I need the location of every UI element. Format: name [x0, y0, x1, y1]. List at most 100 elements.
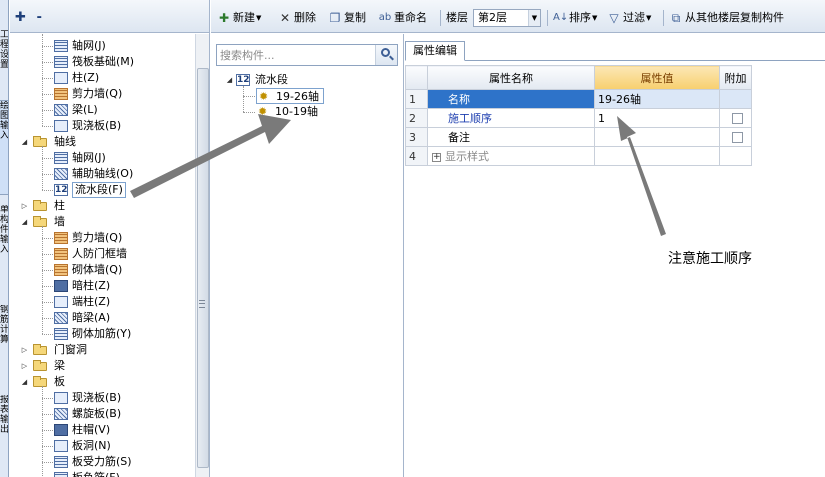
- tree-item[interactable]: 暗梁(A): [10, 310, 194, 326]
- tree-item[interactable]: 砌体墙(Q): [10, 262, 194, 278]
- vertical-tab-4[interactable]: 钢筋计算: [0, 305, 8, 385]
- expand-plus-icon[interactable]: +: [432, 152, 441, 162]
- tree-item[interactable]: ◢ 轴线: [10, 134, 194, 150]
- tab-property-edit[interactable]: 属性编辑: [405, 41, 465, 61]
- rename-icon: ab: [378, 12, 392, 23]
- civil-defense-door-wall-icon: [54, 248, 68, 260]
- tree-item[interactable]: ◢ 板: [10, 374, 194, 390]
- collapse-arrow-icon[interactable]: ◢: [20, 214, 29, 230]
- tree-item[interactable]: 板受力筋(S): [10, 454, 194, 470]
- tree-item[interactable]: 轴网(J): [10, 150, 194, 166]
- new-button[interactable]: ✚ 新建▼: [217, 9, 261, 27]
- tree-item[interactable]: 现浇板(B): [10, 118, 194, 134]
- delete-button[interactable]: ✕ 删除: [278, 9, 316, 27]
- tree-scrollbar[interactable]: [195, 34, 209, 477]
- tree-item[interactable]: 螺旋板(B): [10, 406, 194, 422]
- tree-item[interactable]: 轴网(J): [10, 38, 194, 54]
- property-name-cell[interactable]: 名称: [427, 89, 595, 109]
- tree-item[interactable]: 12 流水段(F): [10, 182, 194, 198]
- tree-item[interactable]: 端柱(Z): [10, 294, 194, 310]
- list-item-19-26[interactable]: ✹ 19-26轴: [256, 88, 324, 104]
- table-row[interactable]: 4 + 显示样式: [405, 146, 752, 166]
- copy-from-floor-button[interactable]: ⧉ 从其他楼层复制构件: [669, 9, 784, 27]
- masonry-reinforcement-icon: [54, 328, 68, 340]
- table-row[interactable]: 3 备注: [405, 127, 752, 147]
- folder-open-icon: [33, 136, 47, 147]
- copy-button[interactable]: ❐ 复制: [328, 9, 366, 27]
- search-input[interactable]: [218, 46, 374, 64]
- tree-item[interactable]: ▷ 梁: [10, 358, 194, 374]
- property-name-cell[interactable]: 施工顺序: [427, 108, 595, 128]
- scrollbar-thumb[interactable]: [197, 68, 209, 468]
- masonry-wall-icon: [54, 264, 68, 276]
- table-row[interactable]: 1 名称 19-26轴: [405, 89, 752, 109]
- column-cap-icon: [54, 424, 68, 436]
- filter-button[interactable]: ▽ 过滤▼: [607, 9, 651, 27]
- header-extra[interactable]: 附加: [719, 65, 752, 90]
- property-value-cell[interactable]: [594, 127, 720, 147]
- tree-item[interactable]: 筏板基础(M): [10, 54, 194, 70]
- tree-item[interactable]: 砌体加筋(Y): [10, 326, 194, 342]
- property-name-cell[interactable]: + 显示样式: [427, 146, 595, 166]
- beam-icon: [54, 104, 68, 116]
- extra-checkbox[interactable]: [732, 132, 743, 143]
- tree-item[interactable]: 梁(L): [10, 102, 194, 118]
- folder-open-icon: [33, 216, 47, 227]
- search-button[interactable]: [375, 45, 397, 65]
- tree-item[interactable]: 剪力墙(Q): [10, 230, 194, 246]
- property-value-cell[interactable]: 19-26轴: [594, 89, 720, 109]
- sort-button[interactable]: A↓排序▼: [553, 9, 597, 27]
- tree-item[interactable]: 板负筋(F): [10, 470, 194, 477]
- component-tree: 轴网(J) 筏板基础(M) 柱(Z) 剪力墙(Q) 梁(L) 现浇板(B) ◢ 轴线 轴网(J)…: [10, 34, 194, 477]
- grid-icon: [54, 40, 68, 52]
- collapse-all-icon[interactable]: ⁃: [36, 11, 52, 25]
- slab-hole-icon: [54, 440, 68, 452]
- expand-arrow-icon[interactable]: ▷: [20, 342, 29, 358]
- toolbar-separator: [547, 10, 548, 26]
- vertical-tab-strip: 工程设置绘图输入单构件输入钢筋计算报表输出: [0, 0, 9, 477]
- tree-item[interactable]: 现浇板(B): [10, 390, 194, 406]
- property-name-cell[interactable]: 备注: [427, 127, 595, 147]
- header-property-name[interactable]: 属性名称: [427, 65, 595, 90]
- sort-icon: A↓: [553, 12, 569, 23]
- tree-item[interactable]: 柱(Z): [10, 70, 194, 86]
- search-box: [216, 44, 398, 66]
- floor-select[interactable]: 第2层 ▼: [473, 9, 541, 27]
- tree-item[interactable]: 暗柱(Z): [10, 278, 194, 294]
- collapse-arrow-icon[interactable]: ◢: [20, 374, 29, 390]
- property-value-cell[interactable]: 1: [594, 108, 720, 128]
- expand-arrow-icon[interactable]: ▷: [20, 358, 29, 374]
- tree-item[interactable]: ▷ 门窗洞: [10, 342, 194, 358]
- tree-item[interactable]: 辅助轴线(O): [10, 166, 194, 182]
- vertical-tab-2[interactable]: 绘图输入: [0, 100, 8, 195]
- tree-item[interactable]: ▷ 柱: [10, 198, 194, 214]
- expand-all-icon[interactable]: ✚: [15, 11, 31, 25]
- extra-checkbox[interactable]: [732, 113, 743, 124]
- tree-item[interactable]: 剪力墙(Q): [10, 86, 194, 102]
- property-value-cell[interactable]: [594, 146, 720, 166]
- slab-icon: [54, 120, 68, 132]
- delete-icon: ✕: [279, 11, 291, 25]
- extra-cell: [719, 108, 752, 128]
- tree-item[interactable]: ◢ 墙: [10, 214, 194, 230]
- rename-button[interactable]: ab 重命名: [378, 9, 427, 27]
- scrollbar-grip: [199, 300, 205, 308]
- vertical-tab-3[interactable]: 单构件输入: [0, 205, 8, 300]
- expand-arrow-icon[interactable]: ▷: [20, 198, 29, 214]
- tree-item[interactable]: 柱帽(V): [10, 422, 194, 438]
- slab-icon: [54, 392, 68, 404]
- tree-item[interactable]: 板洞(N): [10, 438, 194, 454]
- vertical-tab-1[interactable]: 工程设置: [0, 30, 8, 90]
- header-property-value[interactable]: 属性值: [594, 65, 720, 90]
- table-row[interactable]: 2 施工顺序 1: [405, 108, 752, 128]
- chevron-down-icon: ▼: [528, 10, 540, 26]
- vertical-tab-5[interactable]: 报表输出: [0, 395, 8, 470]
- property-tab-strip: 属性编辑: [405, 34, 825, 61]
- gear-icon: ✹: [259, 90, 269, 103]
- collapse-arrow-icon[interactable]: ◢: [225, 72, 234, 88]
- tree-toolbar: ✚ ⁃: [10, 0, 209, 33]
- tree-item[interactable]: 人防门框墙: [10, 246, 194, 262]
- property-table: 属性名称 属性值 附加 1 名称 19-26轴 2 施工顺序 1 3 备注 4 …: [405, 65, 752, 166]
- auxiliary-axis-icon: [54, 168, 68, 180]
- collapse-arrow-icon[interactable]: ◢: [20, 134, 29, 150]
